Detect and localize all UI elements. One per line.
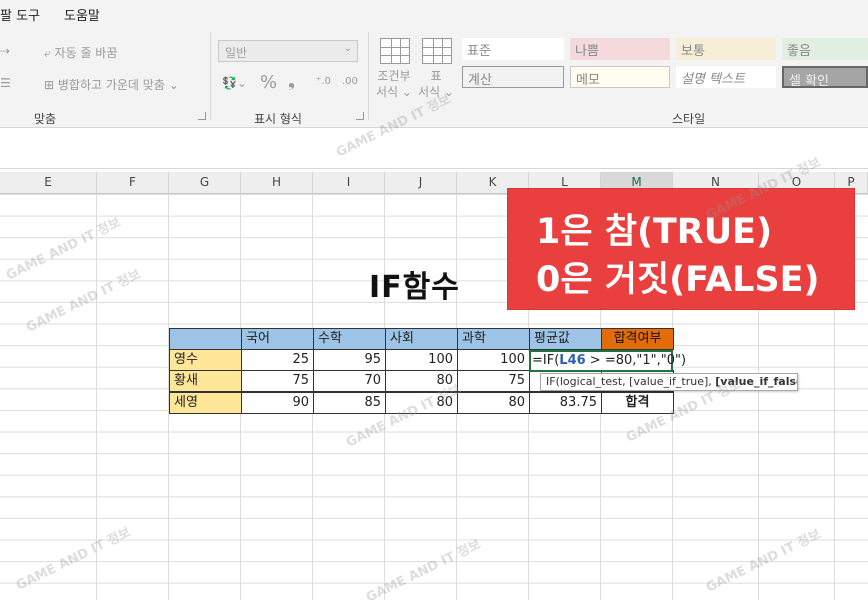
chevron-down-icon: ⌄ xyxy=(164,78,179,92)
function-tooltip: IF(logical_test, [value_if_true], [value… xyxy=(540,373,798,391)
format-table-button[interactable]: 표 서식 ⌄ xyxy=(418,68,454,100)
table-cell[interactable]: 95 xyxy=(313,349,386,371)
alignment-group-label: 맞춤 xyxy=(34,112,57,126)
tooltip-signature: IF(logical_test, [value_if_true], xyxy=(546,375,716,388)
tooltip-current-arg: [value_if_false] xyxy=(715,375,797,388)
style-note[interactable]: 메모 xyxy=(570,66,670,88)
ribbon: ⇢ ☰ ⤶ 자동 줄 바꿈 ⊞ 병합하고 가운데 맞춤 ⌄ 맞춤 일반 ⌄ 💱⌄… xyxy=(0,26,868,128)
column-header-i[interactable]: I xyxy=(313,172,385,194)
increase-decimal-icon[interactable]: ⁺.0 xyxy=(316,76,331,87)
indent-increase-icon[interactable]: ☰ xyxy=(0,76,11,90)
format-table-label-2: 서식 xyxy=(418,85,441,99)
conditional-format-button[interactable]: 조건부 서식 ⌄ xyxy=(376,68,412,100)
table-cell[interactable]: 80 xyxy=(457,392,530,414)
chevron-down-icon: ⌄ xyxy=(398,85,412,99)
currency-icon[interactable]: 💱⌄ xyxy=(222,76,247,90)
annotation-line-true: 1은 참(TRUE) xyxy=(536,212,773,252)
style-explanatory[interactable]: 설명 텍스트 xyxy=(676,66,776,88)
table-header-corner[interactable] xyxy=(169,328,242,350)
style-neutral[interactable]: 보통 xyxy=(676,38,776,60)
table-header-result[interactable]: 합격여부 xyxy=(601,328,674,350)
merge-center-button[interactable]: ⊞ 병합하고 가운데 맞춤 ⌄ xyxy=(44,76,179,93)
table-cell[interactable]: 100 xyxy=(457,349,530,371)
number-format-value: 일반 xyxy=(225,46,248,60)
format-table-label-1: 표 xyxy=(430,69,442,83)
table-cell-avg[interactable]: 83.75 xyxy=(529,392,602,414)
number-group-label: 표시 형식 xyxy=(254,112,302,126)
menu-item-help[interactable]: 도움말 xyxy=(64,5,100,24)
conditional-format-label-2: 서식 xyxy=(376,85,399,99)
table-cell[interactable]: 70 xyxy=(313,370,386,392)
merge-center-icon: ⊞ xyxy=(44,78,58,92)
wrap-text-icon: ⤶ xyxy=(44,46,55,60)
annotation-line-false: 0은 거짓(FALSE) xyxy=(536,260,820,300)
style-normal[interactable]: 표준 xyxy=(462,38,564,60)
formula-edit-cell[interactable]: =IF(L46 > =80,"1","0") xyxy=(529,350,686,372)
table-header[interactable]: 사회 xyxy=(385,328,458,350)
formula-rest: > =80,"1","0") xyxy=(585,353,687,368)
group-divider xyxy=(210,32,211,120)
column-header-e[interactable]: E xyxy=(0,172,97,194)
alignment-launcher-icon[interactable] xyxy=(198,112,206,120)
menu-bar: 팔 도구 도움말 xyxy=(0,0,868,26)
table-row-name[interactable]: 황새 xyxy=(169,370,242,392)
table-row-name[interactable]: 세영 xyxy=(169,392,242,414)
style-check-cell[interactable]: 셀 확인 xyxy=(782,66,868,89)
table-cell[interactable]: 90 xyxy=(241,392,314,414)
conditional-format-icon[interactable] xyxy=(380,38,410,64)
column-header-j[interactable]: J xyxy=(385,172,457,194)
format-table-icon[interactable] xyxy=(422,38,452,64)
formula-cell-reference: L46 xyxy=(559,353,586,368)
table-row-name[interactable]: 영수 xyxy=(169,349,242,371)
merge-center-label: 병합하고 가운데 맞춤 xyxy=(57,78,165,92)
number-launcher-icon[interactable] xyxy=(356,112,364,120)
table-cell[interactable]: 85 xyxy=(313,392,386,414)
table-cell[interactable]: 75 xyxy=(457,370,530,392)
comma-button[interactable]: ❟ xyxy=(288,70,295,91)
column-header-g[interactable]: G xyxy=(169,172,241,194)
number-format-select[interactable]: 일반 ⌄ xyxy=(218,40,358,62)
sheet-title[interactable]: IF함수 xyxy=(369,262,460,306)
table-header[interactable]: 과학 xyxy=(457,328,530,350)
table-cell[interactable]: 80 xyxy=(385,370,458,392)
table-cell-result[interactable]: 합격 xyxy=(601,392,674,414)
column-header-h[interactable]: H xyxy=(241,172,313,194)
table-cell[interactable]: 25 xyxy=(241,349,314,371)
group-divider xyxy=(368,32,369,120)
gridline xyxy=(96,194,97,600)
table-header[interactable]: 수학 xyxy=(313,328,386,350)
wrap-text-button[interactable]: ⤶ 자동 줄 바꿈 xyxy=(44,44,117,61)
percent-button[interactable]: % xyxy=(260,72,277,93)
chevron-down-icon: ⌄ xyxy=(440,85,454,99)
column-header-f[interactable]: F xyxy=(97,172,169,194)
style-calculation[interactable]: 계산 xyxy=(462,66,564,88)
chevron-down-icon: ⌄ xyxy=(343,43,352,54)
table-cell[interactable]: 80 xyxy=(385,392,458,414)
style-good[interactable]: 좋음 xyxy=(782,38,868,60)
annotation-box: 1은 참(TRUE) 0은 거짓(FALSE) xyxy=(508,189,854,309)
style-bad[interactable]: 나쁨 xyxy=(570,38,670,60)
table-cell[interactable]: 100 xyxy=(385,349,458,371)
table-header[interactable]: 평균값 xyxy=(529,328,602,350)
table-cell[interactable]: 75 xyxy=(241,370,314,392)
conditional-format-label-1: 조건부 xyxy=(377,69,411,83)
table-header[interactable]: 국어 xyxy=(241,328,314,350)
indent-arrow-icon[interactable]: ⇢ xyxy=(0,44,10,58)
menu-item-tools[interactable]: 팔 도구 xyxy=(0,5,40,24)
formula-bar[interactable] xyxy=(0,129,868,169)
formula-prefix: =IF( xyxy=(532,353,560,368)
styles-group-label: 스타일 xyxy=(672,112,706,126)
wrap-text-label: 자동 줄 바꿈 xyxy=(54,46,118,60)
decrease-decimal-icon[interactable]: .00 xyxy=(342,76,358,87)
